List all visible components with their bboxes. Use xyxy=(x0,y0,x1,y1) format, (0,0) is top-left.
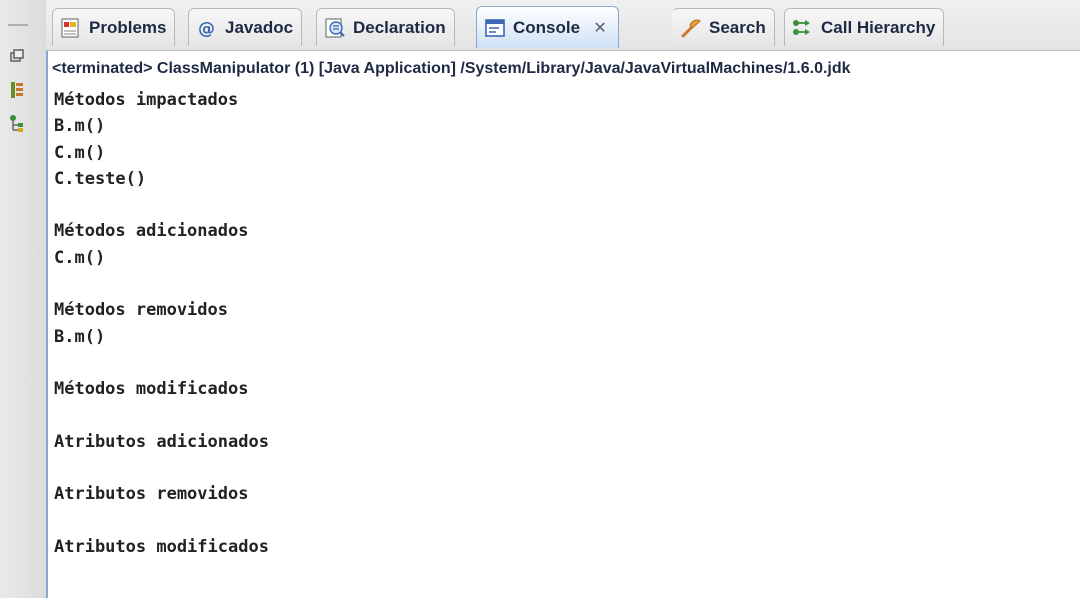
toolbar-handle xyxy=(8,24,28,26)
console-line: C.teste() xyxy=(54,168,147,189)
console-line: Atributos adicionados xyxy=(54,431,269,452)
console-line: B.m() xyxy=(54,326,106,347)
console-line: C.m() xyxy=(54,142,106,163)
console-line: Atributos removidos xyxy=(54,484,249,505)
tab-label: Problems xyxy=(89,17,167,37)
restore-icon[interactable] xyxy=(7,46,27,66)
eclipse-console-view: Problems @ Javadoc Declaration Console ✕… xyxy=(0,0,1080,598)
hierarchy-icon[interactable] xyxy=(7,114,27,134)
declaration-icon xyxy=(323,16,347,40)
tab-label: Javadoc xyxy=(225,17,294,37)
console-line: Métodos adicionados xyxy=(54,221,249,242)
tab-label: Console xyxy=(513,17,581,37)
tab-label: Declaration xyxy=(353,17,446,37)
tab-label: Search xyxy=(709,17,766,37)
console-status-header: <terminated> ClassManipulator (1) [Java … xyxy=(52,60,851,77)
console-icon xyxy=(483,16,507,40)
console-output[interactable]: Métodos impactados B.m() C.m() C.teste() Mét… xyxy=(54,87,1074,560)
tab-call-hierarchy[interactable]: Call Hierarchy xyxy=(784,8,945,46)
tab-declaration[interactable]: Declaration xyxy=(316,8,455,46)
console-line: B.m() xyxy=(54,116,106,137)
call-hierarchy-icon xyxy=(791,16,815,40)
console-line: Métodos removidos xyxy=(54,300,228,321)
tab-problems[interactable]: Problems xyxy=(52,8,176,46)
close-icon[interactable]: ✕ xyxy=(590,18,610,38)
console-line: Atributos modificados xyxy=(54,537,269,558)
problems-icon xyxy=(59,16,83,40)
at-icon: @ xyxy=(195,16,219,40)
tab-label: Call Hierarchy xyxy=(821,17,936,37)
package-icon[interactable] xyxy=(7,80,27,100)
tab-javadoc[interactable]: @ Javadoc xyxy=(188,8,303,46)
console-panel[interactable]: <terminated> ClassManipulator (1) [Java … xyxy=(46,51,1080,598)
tab-search[interactable]: Search xyxy=(672,8,775,46)
left-toolbar xyxy=(0,0,47,598)
console-line: Métodos modificados xyxy=(54,379,249,400)
view-tab-strip: Problems @ Javadoc Declaration Console ✕… xyxy=(46,0,1080,51)
search-icon xyxy=(679,16,703,40)
tab-console[interactable]: Console ✕ xyxy=(476,6,620,48)
console-line: Métodos impactados xyxy=(54,90,239,110)
svg-text:@: @ xyxy=(198,19,215,39)
console-line: C.m() xyxy=(54,247,106,268)
